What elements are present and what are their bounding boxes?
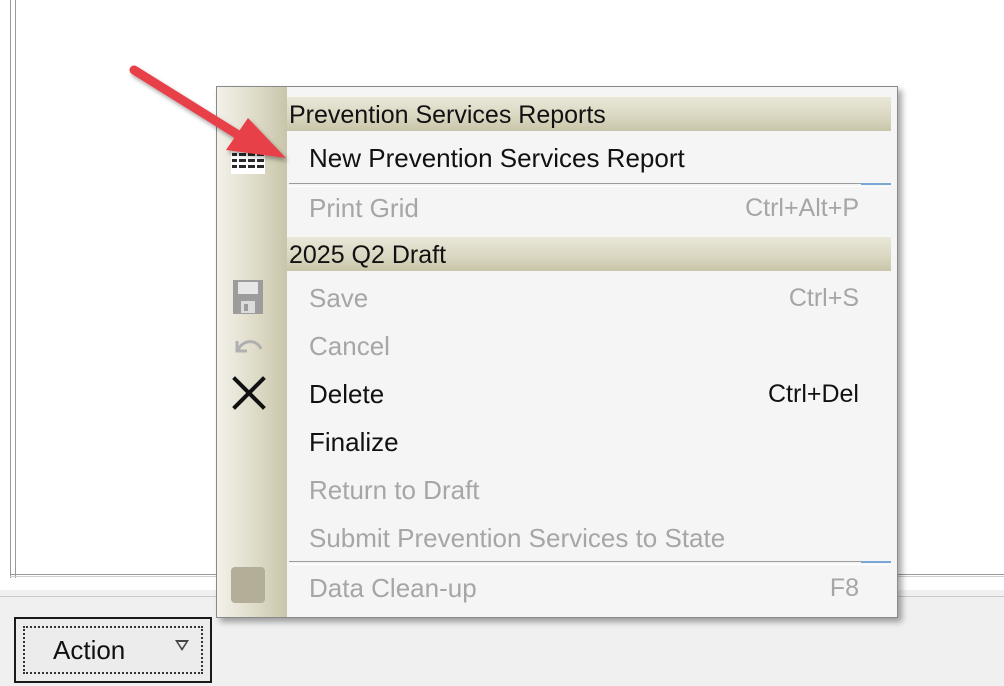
menu-item-label: Delete (309, 379, 385, 409)
menu-item-label: Save (309, 283, 369, 313)
menu-item-label: New Prevention Services Report (309, 143, 685, 173)
menu-item-label: Data Clean-up (309, 573, 477, 603)
menu-item-print-grid[interactable]: Print Grid Ctrl+Alt+P (217, 187, 897, 231)
menu-item-label: Finalize (309, 427, 399, 457)
menu-section-header-reports: Prevention Services Reports (287, 95, 891, 131)
menu-item-shortcut: Ctrl+Del (768, 380, 859, 408)
menu-item-return-to-draft[interactable]: Return to Draft (217, 467, 897, 513)
menu-section-title: 2025 Q2 Draft (289, 241, 447, 269)
menu-item-shortcut: Ctrl+S (788, 284, 859, 312)
context-menu: Prevention Services Reports New Preventi… (216, 86, 898, 618)
menu-item-new-report[interactable]: New Prevention Services Report (217, 137, 897, 181)
save-icon (233, 280, 263, 314)
menu-section-title: Prevention Services Reports (289, 101, 606, 129)
action-button[interactable]: Action (14, 617, 212, 683)
dropdown-caret-icon (175, 640, 189, 651)
grid-report-icon (231, 144, 265, 174)
action-button-focus-rect: Action (23, 626, 203, 674)
menu-item-finalize[interactable]: Finalize (217, 419, 897, 465)
menu-item-shortcut: Ctrl+Alt+P (745, 194, 859, 222)
menu-section-header-draft: 2025 Q2 Draft (287, 235, 891, 271)
menu-item-cancel[interactable]: Cancel (217, 323, 897, 369)
menu-item-label: Return to Draft (309, 475, 480, 505)
cleanup-icon (231, 567, 265, 603)
menu-item-label: Cancel (309, 331, 390, 361)
menu-item-delete[interactable]: Delete Ctrl+Del (217, 371, 897, 417)
menu-item-data-cleanup[interactable]: Data Clean-up F8 (217, 565, 897, 611)
delete-x-icon (232, 376, 266, 410)
menu-item-shortcut: F8 (829, 574, 859, 602)
menu-item-save[interactable]: Save Ctrl+S (217, 275, 897, 321)
action-button-label: Action (53, 634, 126, 665)
menu-item-label: Submit Prevention Services to State (309, 523, 726, 553)
menu-item-submit-to-state[interactable]: Submit Prevention Services to State (217, 515, 897, 561)
panel-frame-left (10, 0, 16, 578)
menu-separator-accent (861, 561, 891, 563)
undo-icon (235, 340, 263, 353)
menu-item-label: Print Grid (309, 193, 419, 223)
menu-separator-accent (861, 183, 891, 185)
